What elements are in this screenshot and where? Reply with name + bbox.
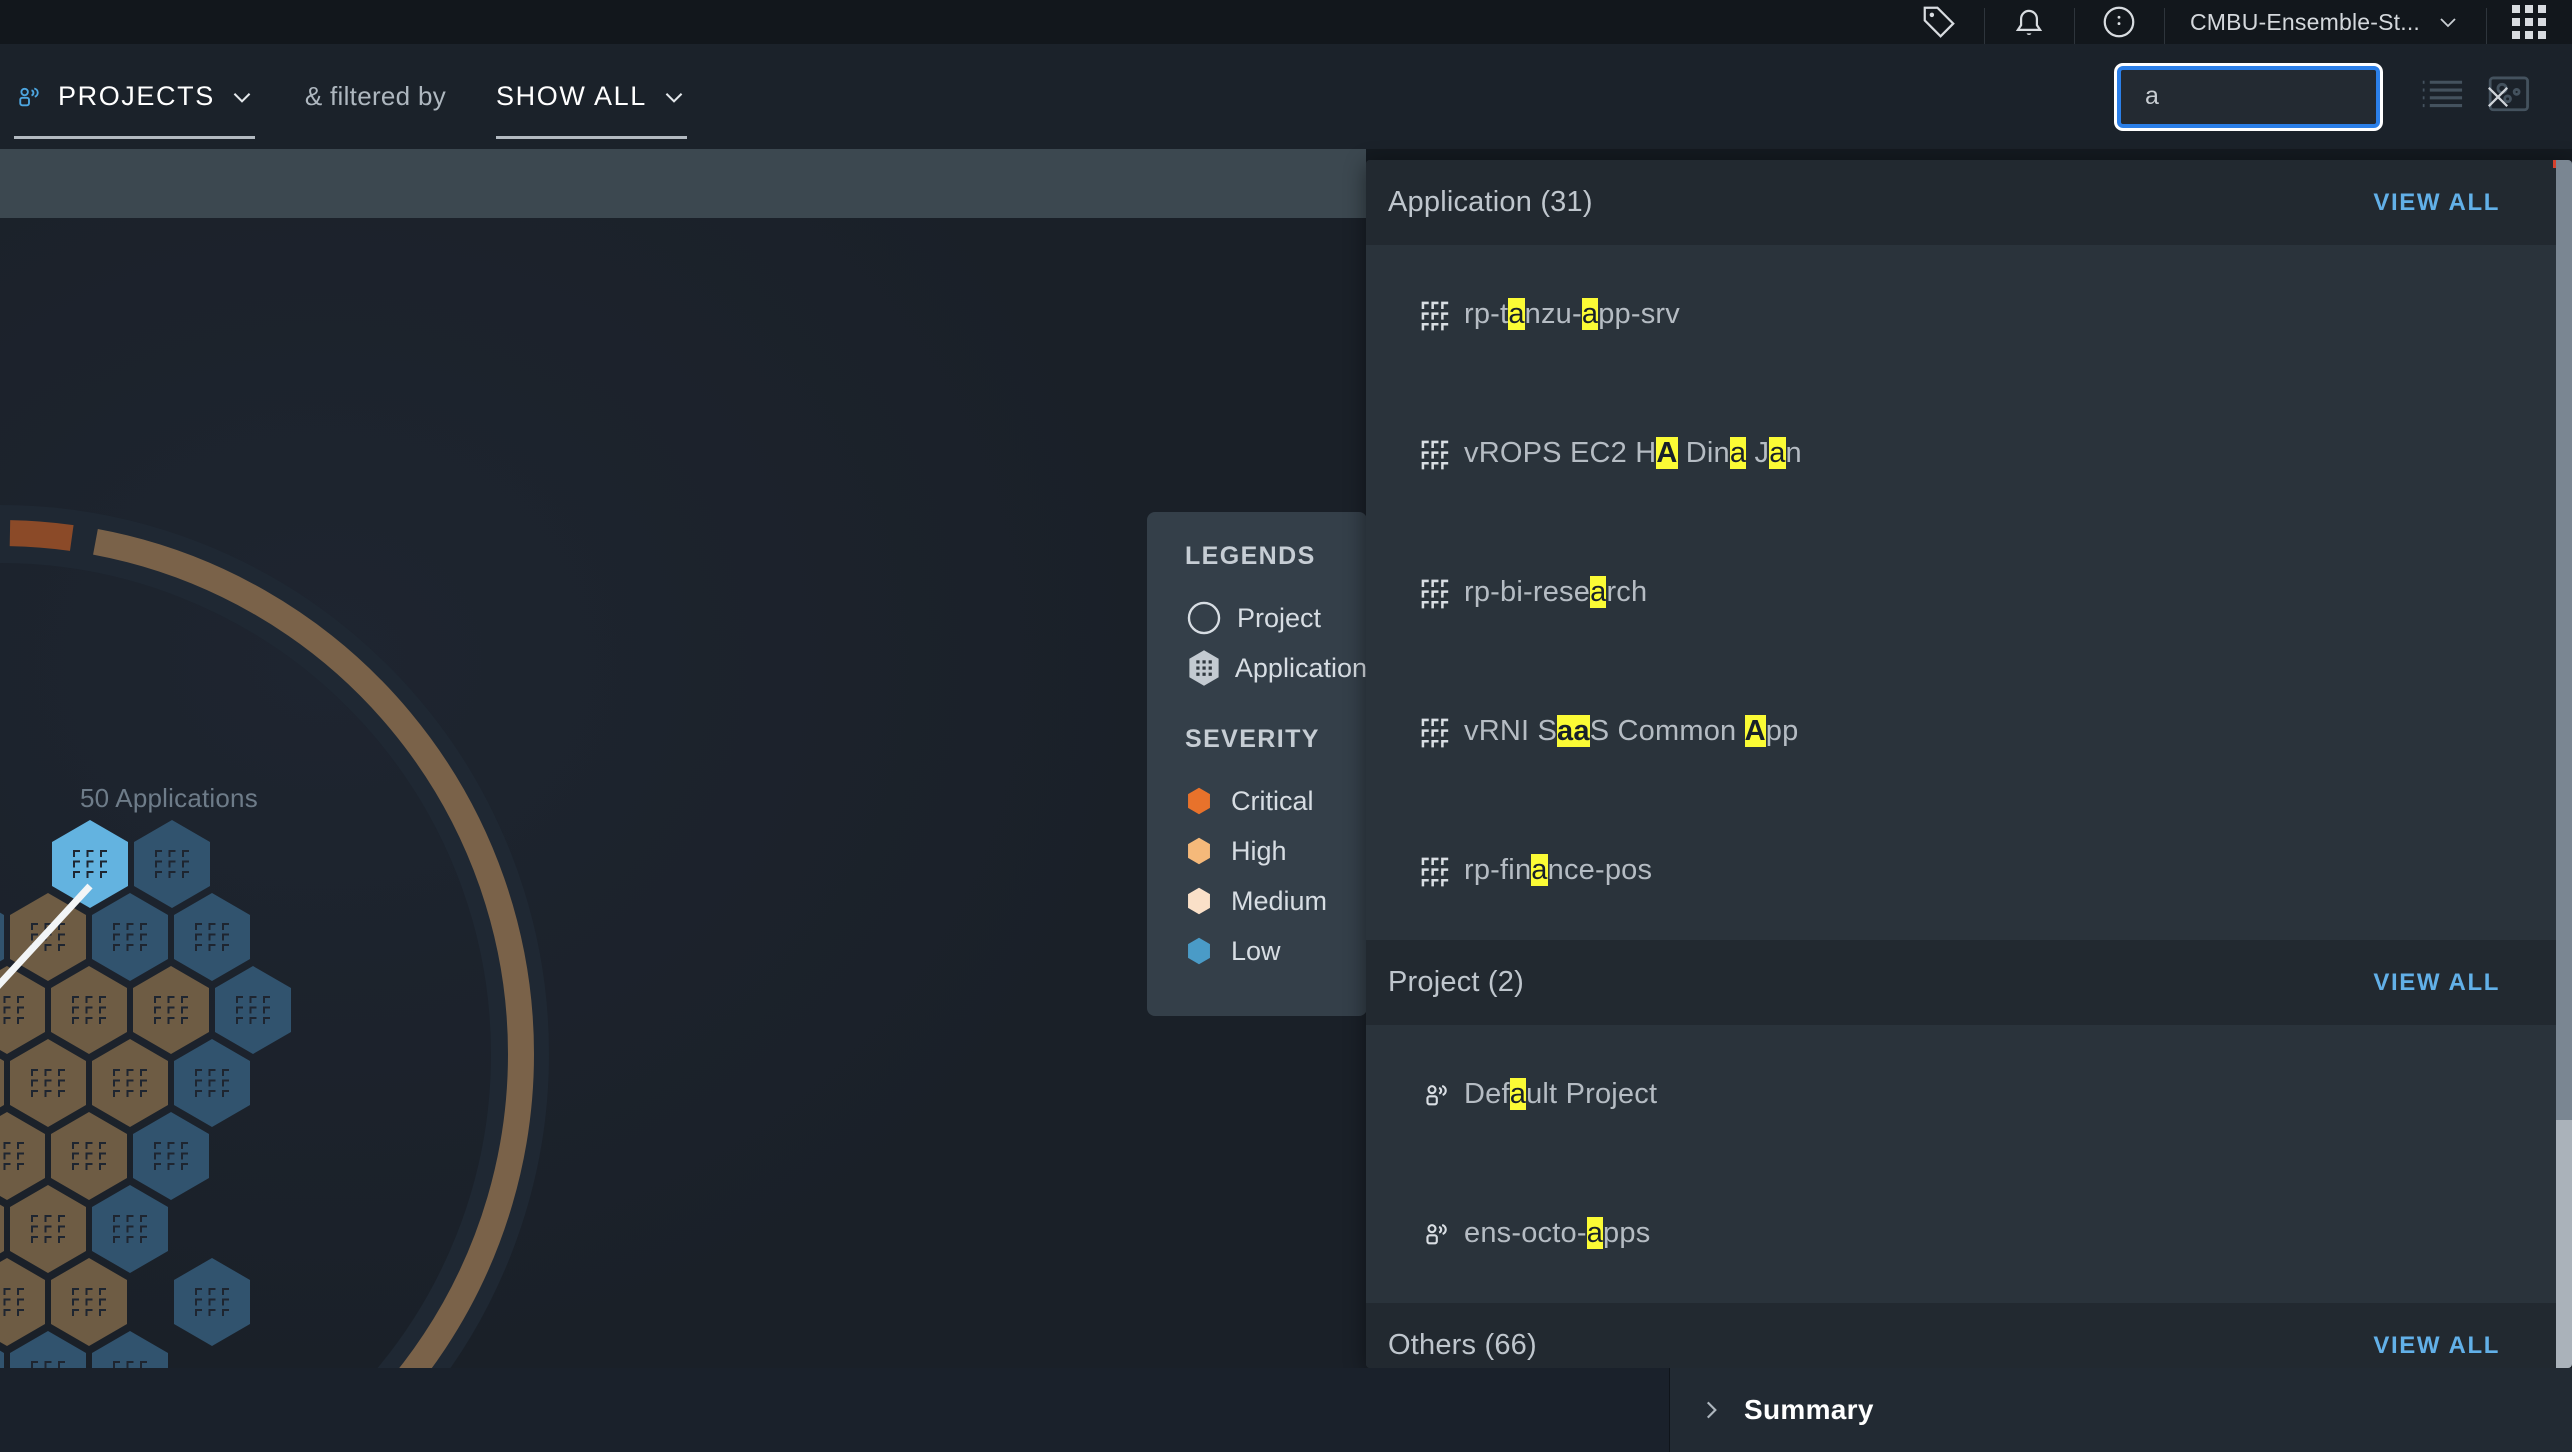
search-result-label: Default Project [1464,1078,1658,1110]
app-switcher-button[interactable] [2486,0,2572,44]
legends-panel: LEGENDS Project Application SEVERITY Cri… [1147,512,1367,1016]
application-icon [1420,577,1464,609]
legend-shape-project: Project [1185,593,1367,643]
active-underline [496,136,687,139]
app-grid-icon [2512,5,2546,39]
dropdown-section-items: Default Project ens-octo-apps [1366,1025,2572,1303]
help-icon [2100,3,2138,41]
application-icon [1420,716,1464,748]
hexagon-icon [1185,936,1215,966]
search-result-item[interactable]: vRNI SaaS Common App [1366,662,2572,801]
search-result-label: vROPS EC2 HA Dina Jan [1464,437,1802,469]
search-result-item[interactable]: rp-finance-pos [1366,801,2572,940]
application-icon [1420,299,1464,331]
help-button[interactable] [2073,0,2164,44]
search-result-item[interactable]: vROPS EC2 HA Dina Jan [1366,384,2572,523]
severity-label: Medium [1231,885,1328,916]
hexagon-icon [1185,836,1215,866]
dropdown-scrollbar[interactable] [2553,160,2572,1368]
search-results-list[interactable]: Application (31) VIEW ALL rp-tanzu-app-sr… [1366,160,2572,1368]
search-box[interactable] [2117,65,2509,128]
legend-shape-label: Project [1237,602,1322,633]
chevron-down-icon [661,84,687,110]
filtered-by-label-wrap: & filtered by [269,44,460,149]
user-account-menu[interactable]: CMBU-Ensemble-St... [2163,0,2486,44]
chevron-down-icon [229,84,255,110]
applications-count-label: 50 Applications [80,783,258,813]
legend-shape-application: Application [1185,643,1367,693]
filtered-by-label: & filtered by [304,81,447,111]
severity-medium: Medium [1185,876,1367,926]
show-all-selector[interactable]: SHOW ALL [482,44,701,149]
search-result-label: rp-bi-research [1464,576,1648,608]
view-all-link[interactable]: VIEW ALL [2373,969,2500,997]
dropdown-section-header: Others (66) VIEW ALL [1366,1303,2572,1368]
hexagon-icon [1185,786,1215,816]
legend-shape-label: Application [1234,652,1367,683]
severity-low: Low [1185,926,1367,976]
app-root: CMBU-Ensemble-St... PROJECTS & filtered … [0,0,2572,1452]
view-all-link[interactable]: VIEW ALL [2373,1332,2500,1360]
summary-label: Summary [1744,1394,1874,1425]
search-input[interactable] [2121,82,2481,111]
users-group-icon [1420,1218,1464,1250]
severity-high: High [1185,826,1367,876]
global-header: CMBU-Ensemble-St... [0,0,2572,44]
tag-icon [1920,3,1958,41]
bell-icon [2010,3,2048,41]
hexagon-icon [1185,886,1215,916]
search-result-item[interactable]: rp-tanzu-app-srv [1366,245,2572,384]
bottom-left-panel [0,1368,1670,1452]
severity-critical: Critical [1185,776,1367,826]
dropdown-section-header: Application (31) VIEW ALL [1366,160,2572,245]
search-clear-button[interactable] [2481,70,2515,124]
application-icon [1420,855,1464,887]
search-container [2117,65,2509,128]
users-group-icon [14,82,44,112]
content-toolbar-strip [0,149,1366,218]
dropdown-scrollbar-thumb[interactable] [2556,160,2572,1120]
hexagon-grid-icon [1185,648,1235,688]
severity-label: Critical [1231,785,1314,816]
severity-title: SEVERITY [1185,725,1320,753]
search-result-label: rp-tanzu-app-srv [1464,298,1680,330]
tag-icon-button[interactable] [1894,0,1984,44]
legends-title: LEGENDS [1185,542,1316,570]
users-group-icon [1420,1079,1464,1111]
projects-scope-selector[interactable]: PROJECTS [0,44,269,149]
dropdown-section-header: Project (2) VIEW ALL [1366,940,2572,1025]
dropdown-scrollbar-thumb-lower[interactable] [2556,1120,2572,1368]
search-result-label: vRNI SaaS Common App [1464,715,1799,747]
search-result-item[interactable]: rp-bi-research [1366,523,2572,662]
search-result-item[interactable]: ens-octo-apps [1366,1164,2572,1303]
dropdown-section-title: Application (31) [1388,186,1593,218]
application-icon [1420,438,1464,470]
summary-panel-header[interactable]: Summary [1670,1368,2572,1452]
filter-navbar: PROJECTS & filtered by SHOW ALL [0,44,2572,149]
active-underline [14,136,255,139]
view-all-link[interactable]: VIEW ALL [2373,189,2500,217]
severity-label: Low [1231,935,1281,966]
circle-outline-icon [1185,599,1237,637]
dropdown-section-title: Project (2) [1388,966,1524,998]
chevron-right-icon [1698,1397,1724,1423]
severity-label: High [1231,835,1287,866]
search-result-label: ens-octo-apps [1464,1217,1651,1249]
projects-label: PROJECTS [58,81,215,111]
chevron-down-icon [2436,10,2460,34]
notifications-button[interactable] [1983,0,2074,44]
dropdown-section-items: rp-tanzu-app-srv vROPS EC2 HA Dina Jan r… [1366,245,2572,940]
search-results-dropdown: Application (31) VIEW ALL rp-tanzu-app-sr… [1366,160,2572,1368]
search-result-item[interactable]: Default Project [1366,1025,2572,1164]
show-all-label: SHOW ALL [496,81,647,111]
project-hex-cluster [0,454,600,1452]
search-result-label: rp-finance-pos [1464,854,1653,886]
dropdown-section-title: Others (66) [1388,1329,1537,1361]
user-account-label: CMBU-Ensemble-St... [2189,8,2420,35]
